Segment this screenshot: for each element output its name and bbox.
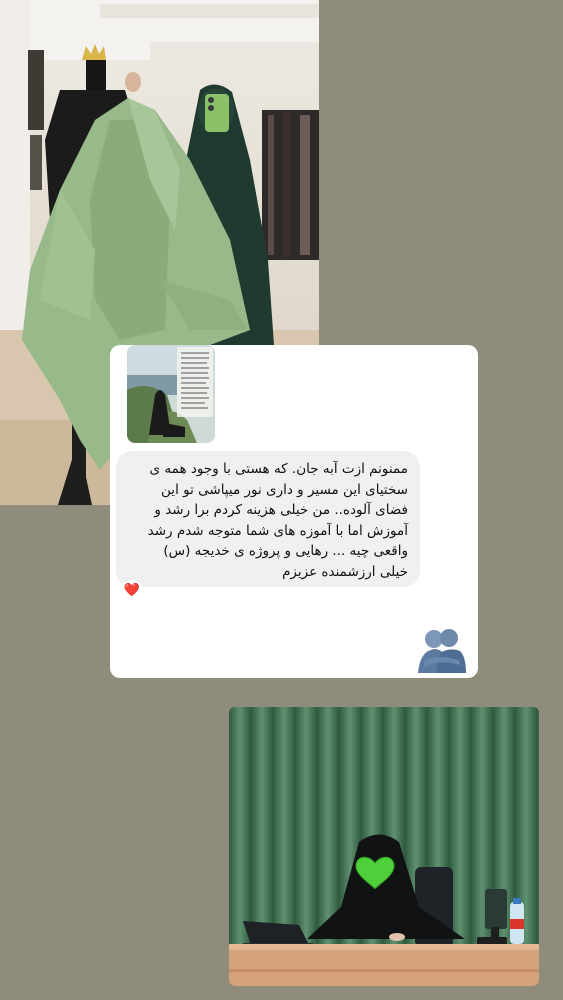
reply-thumbnail-image xyxy=(127,345,215,443)
heart-reaction[interactable]: ❤️ xyxy=(121,580,143,602)
water-bottle-icon xyxy=(510,898,524,944)
message-bubble[interactable]: ممنونم ازت آبه جان. که هستی با وجود همه … xyxy=(116,451,420,587)
bottom-photo-scene xyxy=(229,707,539,986)
message-text: ممنونم ازت آبه جان. که هستی با وجود همه … xyxy=(147,461,408,580)
hugging-people-icon xyxy=(416,627,468,675)
chat-card: ممنونم ازت آبه جان. که هستی با وجود همه … xyxy=(110,345,478,678)
phone-icon xyxy=(205,94,229,132)
reply-thumbnail[interactable] xyxy=(127,345,215,443)
bottom-photo xyxy=(229,707,539,986)
